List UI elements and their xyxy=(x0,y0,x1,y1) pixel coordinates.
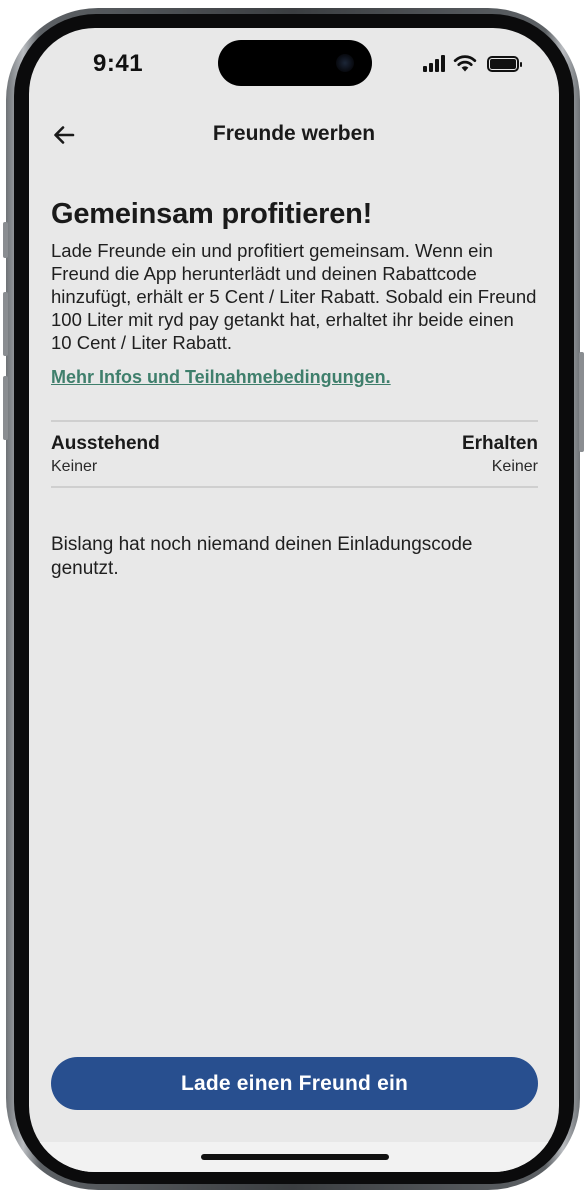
dynamic-island xyxy=(218,40,372,86)
front-camera xyxy=(336,54,354,72)
received-label: Erhalten xyxy=(461,433,538,454)
pending-label: Ausstehend xyxy=(51,433,160,454)
volume-up-button xyxy=(3,292,8,356)
wifi-icon xyxy=(453,55,477,72)
invite-friend-button[interactable]: Lade einen Freund ein xyxy=(51,1057,538,1110)
volume-down-button xyxy=(3,376,8,440)
referral-stats: Ausstehend Keiner Erhalten Keiner xyxy=(51,420,538,488)
more-info-link[interactable]: Mehr Infos und Teilnahmebedingungen. xyxy=(51,367,391,388)
app-screen: 9:41 Freunde werben Gemeinsam profitiere… xyxy=(29,28,559,1172)
divider-bottom xyxy=(51,486,538,488)
power-button xyxy=(579,352,584,452)
intro-section: Gemeinsam profitieren! Lade Freunde ein … xyxy=(51,198,538,388)
action-button xyxy=(3,222,8,258)
battery-icon xyxy=(487,56,522,72)
stats-row: Ausstehend Keiner Erhalten Keiner xyxy=(51,422,538,486)
headline: Gemeinsam profitieren! xyxy=(51,198,373,230)
pending-value: Keiner xyxy=(51,458,98,475)
cellular-signal-icon xyxy=(423,54,445,72)
home-indicator[interactable] xyxy=(201,1154,389,1160)
status-time: 9:41 xyxy=(93,50,144,77)
status-icons xyxy=(423,54,522,72)
intro-text: Lade Freunde ein und profitiert gemeinsa… xyxy=(51,240,537,353)
received-stat: Erhalten Keiner xyxy=(462,433,538,476)
pending-stat: Ausstehend Keiner xyxy=(51,433,160,476)
received-value: Keiner xyxy=(491,458,538,475)
page-title: Freunde werben xyxy=(212,122,376,145)
empty-state-message: Bislang hat noch niemand deinen Einladun… xyxy=(51,534,473,579)
